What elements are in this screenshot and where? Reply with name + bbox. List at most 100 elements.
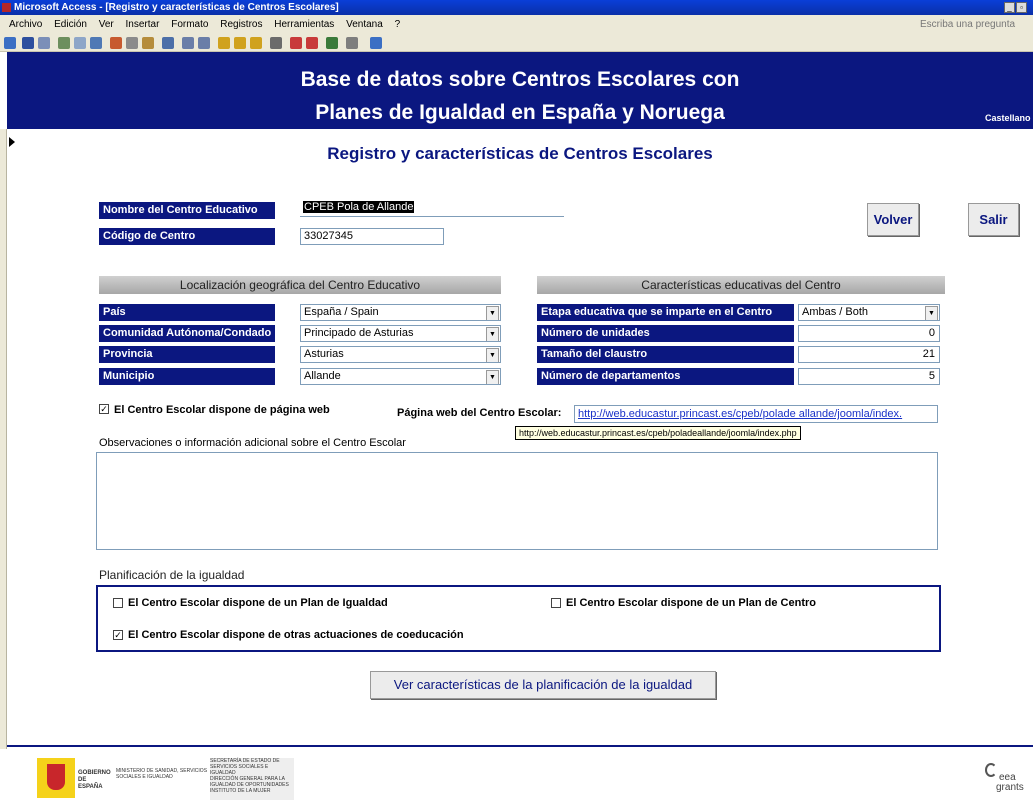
- etapa-value: Ambas / Both: [802, 306, 869, 318]
- instituto-block: SECRETARÍA DE ESTADO DE SERVICIOS SOCIAL…: [210, 758, 294, 800]
- chevron-down-icon[interactable]: ▼: [925, 306, 938, 320]
- observaciones-textarea[interactable]: [96, 452, 938, 550]
- planificacion-group: [96, 585, 941, 652]
- planificacion-heading: Planificación de la igualdad: [99, 568, 245, 582]
- url-tooltip: http://web.educastur.princast.es/cpeb/po…: [515, 426, 801, 440]
- print-icon[interactable]: [58, 37, 70, 49]
- window-title: Microsoft Access - [Registro y caracterí…: [14, 2, 339, 13]
- record-selector[interactable]: [0, 129, 7, 749]
- ver-caracteristicas-button[interactable]: Ver características de la planificación …: [370, 671, 716, 699]
- undo-icon[interactable]: [162, 37, 174, 49]
- comunidad-label: Comunidad Autónoma/Condado: [99, 325, 275, 342]
- header-title-line2: Planes de Igualdad en España y Noruega: [315, 101, 725, 124]
- nombre-field[interactable]: CPEB Pola de Allande: [300, 200, 564, 217]
- spelling-icon[interactable]: [90, 37, 102, 49]
- apply-filter-icon[interactable]: [250, 37, 262, 49]
- help-question-box[interactable]: Escriba una pregunta: [920, 15, 1015, 34]
- menu-formato[interactable]: Formato: [171, 19, 208, 30]
- search-icon[interactable]: [38, 37, 50, 49]
- volver-button[interactable]: Volver: [867, 203, 919, 236]
- menu-archivo[interactable]: Archivo: [9, 19, 42, 30]
- menu-ver[interactable]: Ver: [99, 19, 114, 30]
- filter-by-form-icon[interactable]: [234, 37, 246, 49]
- claustro-label: Tamaño del claustro: [537, 346, 794, 363]
- nombre-value: CPEB Pola de Allande: [303, 201, 415, 213]
- municipio-value: Allande: [304, 370, 341, 382]
- restore-button[interactable]: ▫: [1016, 2, 1027, 13]
- pagina-web-checkbox[interactable]: ✓: [99, 404, 109, 414]
- access-app-icon[interactable]: [2, 3, 11, 12]
- header-title-line1: Base de datos sobre Centros Escolares co…: [300, 68, 740, 91]
- database-window-icon[interactable]: [326, 37, 338, 49]
- pais-label: País: [99, 304, 275, 321]
- codigo-field[interactable]: 33027345: [300, 228, 444, 245]
- chevron-down-icon[interactable]: ▼: [486, 327, 499, 341]
- etapa-dropdown[interactable]: Ambas / Both ▼: [798, 304, 940, 321]
- menu-registros[interactable]: Registros: [220, 19, 262, 30]
- menu-edicion[interactable]: Edición: [54, 19, 87, 30]
- grants-text: grants: [996, 782, 1024, 793]
- menu-herramientas[interactable]: Herramientas: [274, 19, 334, 30]
- minimize-button[interactable]: _: [1004, 2, 1015, 13]
- plan-igualdad-checkbox[interactable]: [113, 598, 123, 608]
- paste-icon[interactable]: [142, 37, 154, 49]
- save-icon[interactable]: [22, 37, 34, 49]
- plan-igualdad-label: El Centro Escolar dispone de un Plan de …: [128, 597, 388, 609]
- etapa-label: Etapa educativa que se imparte en el Cen…: [537, 304, 794, 321]
- departamentos-field[interactable]: 5: [798, 368, 940, 385]
- language-link[interactable]: Castellano: [985, 113, 1031, 123]
- sort-descending-icon[interactable]: [198, 37, 210, 49]
- chevron-down-icon[interactable]: ▼: [486, 348, 499, 362]
- sort-ascending-icon[interactable]: [182, 37, 194, 49]
- eea-grants-logo-icon: [985, 763, 997, 777]
- provincia-value: Asturias: [304, 348, 344, 360]
- municipio-dropdown[interactable]: Allande ▼: [300, 368, 501, 385]
- localizacion-heading: Localización geográfica del Centro Educa…: [99, 276, 501, 294]
- nombre-label: Nombre del Centro Educativo: [99, 202, 275, 219]
- help-icon[interactable]: [370, 37, 382, 49]
- new-record-icon[interactable]: [290, 37, 302, 49]
- pais-dropdown[interactable]: España / Spain ▼: [300, 304, 501, 321]
- window-titlebar: Microsoft Access - [Registro y caracterí…: [0, 0, 1033, 15]
- pais-value: España / Spain: [304, 306, 379, 318]
- footer-divider: [7, 745, 1033, 747]
- menu-bar: Archivo Edición Ver Insertar Formato Reg…: [0, 15, 1033, 34]
- view-icon[interactable]: [4, 37, 16, 49]
- direccion-text: DIRECCIÓN GENERAL PARA LA IGUALDAD DE OP…: [210, 776, 289, 788]
- url-label: Página web del Centro Escolar:: [397, 407, 562, 419]
- municipio-label: Municipio: [99, 368, 275, 385]
- url-field[interactable]: http://web.educastur.princast.es/cpeb/po…: [574, 405, 938, 423]
- delete-record-icon[interactable]: [306, 37, 318, 49]
- filter-by-selection-icon[interactable]: [218, 37, 230, 49]
- plan-centro-checkbox[interactable]: [551, 598, 561, 608]
- claustro-field[interactable]: 21: [798, 346, 940, 363]
- menu-help[interactable]: ?: [395, 19, 401, 30]
- salir-button[interactable]: Salir: [968, 203, 1019, 236]
- pagina-web-checkbox-label: El Centro Escolar dispone de página web: [114, 404, 330, 416]
- coeducacion-checkbox[interactable]: ✓: [113, 630, 123, 640]
- provincia-label: Provincia: [99, 346, 275, 363]
- print-preview-icon[interactable]: [74, 37, 86, 49]
- menu-insertar[interactable]: Insertar: [126, 19, 160, 30]
- departamentos-label: Número de departamentos: [537, 368, 794, 385]
- provincia-dropdown[interactable]: Asturias ▼: [300, 346, 501, 363]
- ministerio-text: MINISTERIO DE SANIDAD, SERVICIOS SOCIALE…: [116, 768, 208, 780]
- secretaria-text: SECRETARÍA DE ESTADO DE SERVICIOS SOCIAL…: [210, 758, 280, 776]
- chevron-down-icon[interactable]: ▼: [486, 306, 499, 320]
- menu-ventana[interactable]: Ventana: [346, 19, 383, 30]
- cut-icon[interactable]: [110, 37, 122, 49]
- gobierno-text: GOBIERNO DE ESPAÑA: [78, 770, 111, 790]
- comunidad-value: Principado de Asturias: [304, 327, 414, 339]
- shield-icon: [47, 764, 65, 790]
- find-icon[interactable]: [270, 37, 282, 49]
- unidades-field[interactable]: 0: [798, 325, 940, 342]
- chevron-down-icon[interactable]: ▼: [486, 370, 499, 384]
- instituto-text: INSTITUTO DE LA MUJER: [210, 788, 271, 794]
- comunidad-dropdown[interactable]: Principado de Asturias ▼: [300, 325, 501, 342]
- observaciones-label: Observaciones o información adicional so…: [99, 437, 406, 449]
- form-title: Registro y características de Centros Es…: [327, 144, 713, 163]
- plan-centro-label: El Centro Escolar dispone de un Plan de …: [566, 597, 816, 609]
- copy-icon[interactable]: [126, 37, 138, 49]
- new-object-icon[interactable]: [346, 37, 358, 49]
- unidades-label: Número de unidades: [537, 325, 794, 342]
